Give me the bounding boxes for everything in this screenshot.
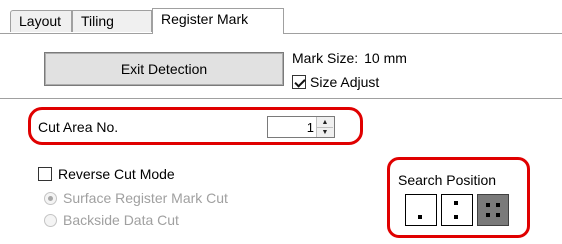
section-divider [0,98,562,99]
radio-surface-label: Surface Register Mark Cut [63,190,228,206]
size-adjust-label: Size Adjust [310,74,380,90]
radio-backside-icon[interactable] [44,213,57,227]
radio-backside-label: Backside Data Cut [63,212,179,228]
mark-size-info: Mark Size: 10 mm [292,50,407,66]
tab-layout[interactable]: Layout [10,10,72,32]
dot-icon [496,203,500,207]
exit-detection-label: Exit Detection [120,61,208,77]
tab-layout-label: Layout [19,13,62,29]
search-position-label: Search Position [398,172,497,188]
radio-surface-icon[interactable] [44,191,57,205]
cut-area-highlight [28,107,363,145]
exit-detection-button[interactable]: Exit Detection [44,52,284,86]
dot-icon [418,215,422,219]
dot-icon [496,213,500,217]
size-adjust-option[interactable]: Size Adjust [292,74,379,90]
size-adjust-checkbox[interactable] [292,75,306,89]
mark-size-label: Mark Size: [292,50,359,66]
dot-icon [486,203,490,207]
reverse-cut-option[interactable]: Reverse Cut Mode [38,166,175,182]
dot-icon [454,201,458,205]
search-position-four-dots-button[interactable] [477,194,509,226]
search-position-one-dot-button[interactable] [405,194,437,226]
tab-strip: Layout Tiling Register Mark [0,0,562,34]
dot-icon [454,215,458,219]
mark-size-value: 10 mm [364,50,407,66]
search-position-two-dots-button[interactable] [441,194,473,226]
radio-surface-register-mark-cut[interactable]: Surface Register Mark Cut [44,190,228,206]
reverse-cut-label: Reverse Cut Mode [58,166,175,182]
tab-tiling-label: Tiling [81,13,114,29]
tab-register-mark-label: Register Mark [161,11,249,27]
radio-backside-data-cut[interactable]: Backside Data Cut [44,212,179,228]
tab-tiling[interactable]: Tiling [72,10,152,32]
tab-register-mark[interactable]: Register Mark [152,8,284,34]
reverse-cut-checkbox[interactable] [38,167,52,181]
dot-icon [486,213,490,217]
